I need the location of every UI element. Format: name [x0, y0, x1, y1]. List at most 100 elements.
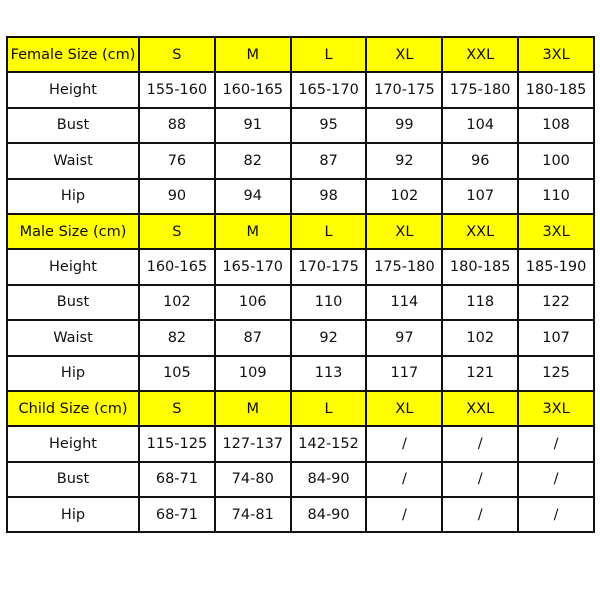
table-row: Hip 68-71 74-81 84-90// /	[6, 496, 595, 534]
measurement-value: 109	[213, 354, 292, 392]
measurement-value: 117	[365, 354, 444, 392]
size-header: M	[213, 212, 292, 251]
size-header: M	[213, 35, 292, 74]
section-title: Male Size (cm)	[6, 212, 140, 251]
size-header: XXL	[441, 35, 520, 74]
size-header: S	[138, 35, 216, 74]
measurement-label: Height	[6, 71, 140, 109]
size-header: S	[138, 389, 216, 428]
measurement-value: /	[441, 496, 520, 534]
measurement-value: 185-190	[517, 248, 595, 286]
measurement-label: Hip	[6, 354, 140, 392]
table-row: Height 155-160 160-165 165-170 170-175 175-18…	[6, 71, 595, 109]
measurement-value: 113	[289, 354, 368, 392]
size-header: 3XL	[517, 212, 595, 251]
measurement-value: 122	[517, 283, 595, 322]
measurement-value: /	[365, 425, 444, 463]
measurement-value: 102	[441, 319, 520, 357]
measurement-value: 102	[138, 283, 216, 322]
measurement-value: 88	[138, 106, 216, 145]
measurement-value: 105	[138, 354, 216, 392]
section-title: Female Size (cm)	[6, 35, 140, 74]
measurement-value: 165-170	[289, 71, 368, 109]
table-row: Hip 90 94 98 102 107 110	[6, 177, 595, 215]
measurement-value: 175-180	[365, 248, 444, 286]
measurement-value: 180-185	[441, 248, 520, 286]
measurement-value: 115-125	[138, 425, 216, 463]
measurement-label: Bust	[6, 283, 140, 322]
measurement-value: 74-80	[213, 460, 292, 499]
table-row: Bust 68-71 74-80 84-90// /	[6, 460, 595, 499]
size-header: XXL	[441, 212, 520, 251]
size-header: XL	[365, 212, 444, 251]
measurement-label: Waist	[6, 142, 140, 180]
measurement-value: /	[517, 460, 595, 499]
measurement-value: /	[365, 460, 444, 499]
table-row: Bust 102 106 110 114 118 122	[6, 283, 595, 322]
measurement-value: 82	[138, 319, 216, 357]
measurement-value: 99	[365, 106, 444, 145]
size-header: L	[289, 212, 368, 251]
section-header-row: Female Size (cm) S M L XL XXL 3XL	[6, 35, 595, 74]
size-header: L	[289, 35, 368, 74]
measurement-value: 170-175	[289, 248, 368, 286]
measurement-value: 87	[213, 319, 292, 357]
size-header: XL	[365, 35, 444, 74]
measurement-value: 165-170	[213, 248, 292, 286]
measurement-value: 175-180	[441, 71, 520, 109]
size-header: L	[289, 389, 368, 428]
size-header: XXL	[441, 389, 520, 428]
section-header-row: Child Size (cm) S M L XL XXL 3XL	[6, 389, 595, 428]
size-header: 3XL	[517, 389, 595, 428]
measurement-label: Bust	[6, 460, 140, 499]
measurement-value: /	[517, 425, 595, 463]
measurement-value: 104	[441, 106, 520, 145]
measurement-value: 97	[365, 319, 444, 357]
measurement-value: 92	[365, 142, 444, 180]
measurement-value: 142-152	[289, 425, 368, 463]
size-header: XL	[365, 389, 444, 428]
measurement-value: 82	[213, 142, 292, 180]
measurement-value: 155-160	[138, 71, 216, 109]
measurement-label: Height	[6, 248, 140, 286]
section-header-row: Male Size (cm) S M L XL XXL 3XL	[6, 212, 595, 251]
measurement-value: 170-175	[365, 71, 444, 109]
measurement-value: 94	[213, 177, 292, 215]
measurement-value: 74-81	[213, 496, 292, 534]
measurement-value: 91	[213, 106, 292, 145]
size-header: S	[138, 212, 216, 251]
measurement-value: 107	[441, 177, 520, 215]
measurement-value: 160-165	[213, 71, 292, 109]
measurement-value: 68-71	[138, 496, 216, 534]
measurement-value: 102	[365, 177, 444, 215]
measurement-value: /	[365, 496, 444, 534]
measurement-value: 107	[517, 319, 595, 357]
measurement-value: 96	[441, 142, 520, 180]
measurement-value: 90	[138, 177, 216, 215]
measurement-label: Height	[6, 425, 140, 463]
table-row: Height 115-125 127-137 142-152// /	[6, 425, 595, 463]
measurement-value: /	[441, 425, 520, 463]
measurement-value: 84-90	[289, 496, 368, 534]
measurement-value: 108	[517, 106, 595, 145]
table-row: Waist 76 82 87 92 96 100	[6, 142, 595, 180]
measurement-label: Waist	[6, 319, 140, 357]
measurement-label: Hip	[6, 177, 140, 215]
measurement-value: 87	[289, 142, 368, 180]
measurement-value: 84-90	[289, 460, 368, 499]
section-title: Child Size (cm)	[6, 389, 140, 428]
measurement-value: 127-137	[213, 425, 292, 463]
size-chart-table: Female Size (cm) S M L XL XXL 3XL Height 155-160…	[6, 35, 595, 534]
size-header: M	[213, 389, 292, 428]
measurement-value: 125	[517, 354, 595, 392]
measurement-value: 106	[213, 283, 292, 322]
measurement-value: 180-185	[517, 71, 595, 109]
measurement-value: 110	[289, 283, 368, 322]
measurement-label: Bust	[6, 106, 140, 145]
measurement-value: 114	[365, 283, 444, 322]
measurement-value: /	[517, 496, 595, 534]
measurement-label: Hip	[6, 496, 140, 534]
measurement-value: 121	[441, 354, 520, 392]
measurement-value: 76	[138, 142, 216, 180]
measurement-value: 110	[517, 177, 595, 215]
